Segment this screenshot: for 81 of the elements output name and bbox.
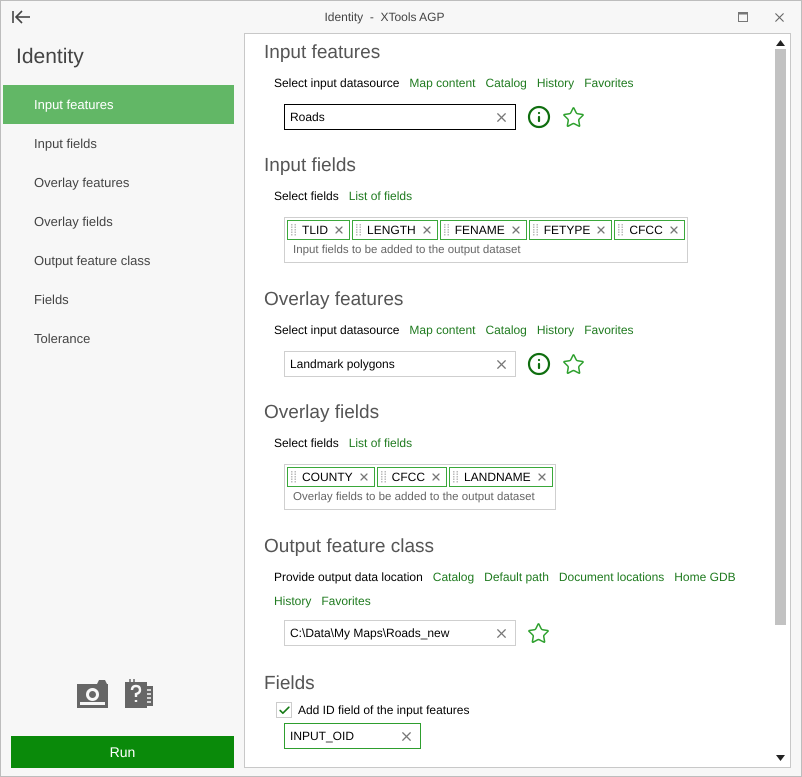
field-chip[interactable]: COUNTY (287, 467, 375, 487)
field-chip[interactable]: CFCC (376, 467, 447, 487)
source-link[interactable]: Favorites (584, 74, 634, 92)
source-link[interactable]: History (536, 321, 574, 339)
nav-item[interactable]: Input fields (3, 124, 234, 163)
source-link[interactable]: Favorites (321, 592, 371, 610)
hint-text: Overlay fields to be added to the output dataset (292, 490, 536, 505)
remove-icon[interactable] (430, 471, 442, 483)
drag-handle-icon[interactable] (618, 224, 624, 236)
scroll-down-icon[interactable] (776, 755, 785, 761)
help-notebook-icon[interactable] (125, 678, 156, 708)
favorite-star-icon[interactable] (562, 352, 585, 376)
collapse-icon[interactable] (11, 10, 31, 24)
section-title: Overlay features (264, 288, 404, 312)
section-title: Output feature class (264, 535, 436, 559)
drag-handle-icon[interactable] (453, 471, 459, 483)
camera-icon[interactable] (77, 678, 108, 708)
section-title: Fields (264, 672, 316, 696)
source-link[interactable]: Home GDB (674, 568, 736, 586)
source-link[interactable]: Map content (409, 321, 476, 339)
drag-handle-icon[interactable] (291, 224, 297, 236)
favorite-star-icon[interactable] (562, 106, 585, 128)
source-link[interactable]: Catalog (432, 568, 474, 586)
remove-icon[interactable] (595, 224, 608, 236)
checkbox-label: Add ID field of the input features (298, 702, 470, 719)
source-link[interactable]: Catalog (485, 74, 527, 92)
prompt-label: Select input datasource (274, 75, 400, 92)
source-link[interactable]: Catalog (485, 321, 527, 339)
checkbox[interactable] (276, 702, 292, 718)
field-chip[interactable]: CFCC (614, 220, 685, 240)
prompt-label: Select fields (274, 188, 339, 205)
source-link[interactable]: Default path (484, 568, 549, 586)
info-icon[interactable] (527, 352, 551, 376)
drag-handle-icon[interactable] (444, 224, 450, 236)
field-chip[interactable]: LANDNAME (449, 467, 553, 487)
source-link[interactable]: List of fields (348, 434, 412, 452)
remove-icon[interactable] (536, 471, 548, 483)
remove-icon[interactable] (358, 471, 370, 483)
field-chip[interactable]: FETYPE (528, 220, 612, 240)
run-button[interactable]: Run (11, 736, 234, 768)
prompt-label: Select input datasource (274, 322, 400, 339)
hint-text: Input fields to be added to the output dataset (292, 243, 522, 258)
text-field[interactable]: Landmark polygons (284, 351, 516, 377)
source-link[interactable]: History (536, 74, 574, 92)
drag-handle-icon[interactable] (291, 471, 297, 483)
scroll-up-icon[interactable] (776, 40, 785, 46)
check-icon (278, 704, 290, 716)
prompt-label: Provide output data location (274, 569, 423, 586)
window-title: Identity - XTools AGP (324, 9, 445, 26)
scroll-thumb[interactable] (775, 49, 786, 625)
remove-icon[interactable] (668, 224, 680, 236)
text-field[interactable]: INPUT_OID (284, 723, 421, 749)
drag-handle-icon[interactable] (380, 471, 387, 483)
remove-icon[interactable] (333, 224, 346, 236)
drag-handle-icon[interactable] (356, 224, 362, 236)
remove-icon[interactable] (420, 224, 433, 236)
section-title: Input features (264, 41, 382, 65)
drag-handle-icon[interactable] (532, 224, 539, 236)
section-title: Overlay fields (264, 401, 380, 425)
source-link[interactable]: History (274, 592, 312, 610)
field-chip[interactable]: TLID (287, 220, 350, 240)
nav-item[interactable]: Overlay features (3, 163, 234, 202)
nav-item[interactable]: Overlay fields (3, 202, 234, 241)
remove-icon[interactable] (510, 224, 522, 236)
nav-item[interactable]: Output feature class (3, 241, 234, 280)
maximize-icon[interactable] (738, 12, 748, 22)
text-field[interactable]: C:\Data\My Maps\Roads_new (284, 620, 516, 646)
prompt-label: Select fields (274, 435, 339, 452)
section-title: Input fields (264, 154, 357, 178)
sidebar-title: Identity (15, 44, 85, 70)
nav-item[interactable]: Tolerance (3, 319, 234, 358)
favorite-star-icon[interactable] (527, 622, 550, 644)
source-link[interactable]: Document locations (558, 568, 664, 586)
nav-item[interactable]: Fields (3, 280, 234, 319)
source-link[interactable]: Favorites (584, 321, 634, 339)
text-field[interactable]: Roads (284, 104, 516, 130)
field-chip[interactable]: FENAME (440, 220, 527, 240)
field-chip[interactable]: LENGTH (352, 220, 438, 240)
source-link[interactable]: Map content (409, 74, 476, 92)
info-icon[interactable] (527, 105, 551, 129)
source-link[interactable]: List of fields (348, 187, 412, 205)
